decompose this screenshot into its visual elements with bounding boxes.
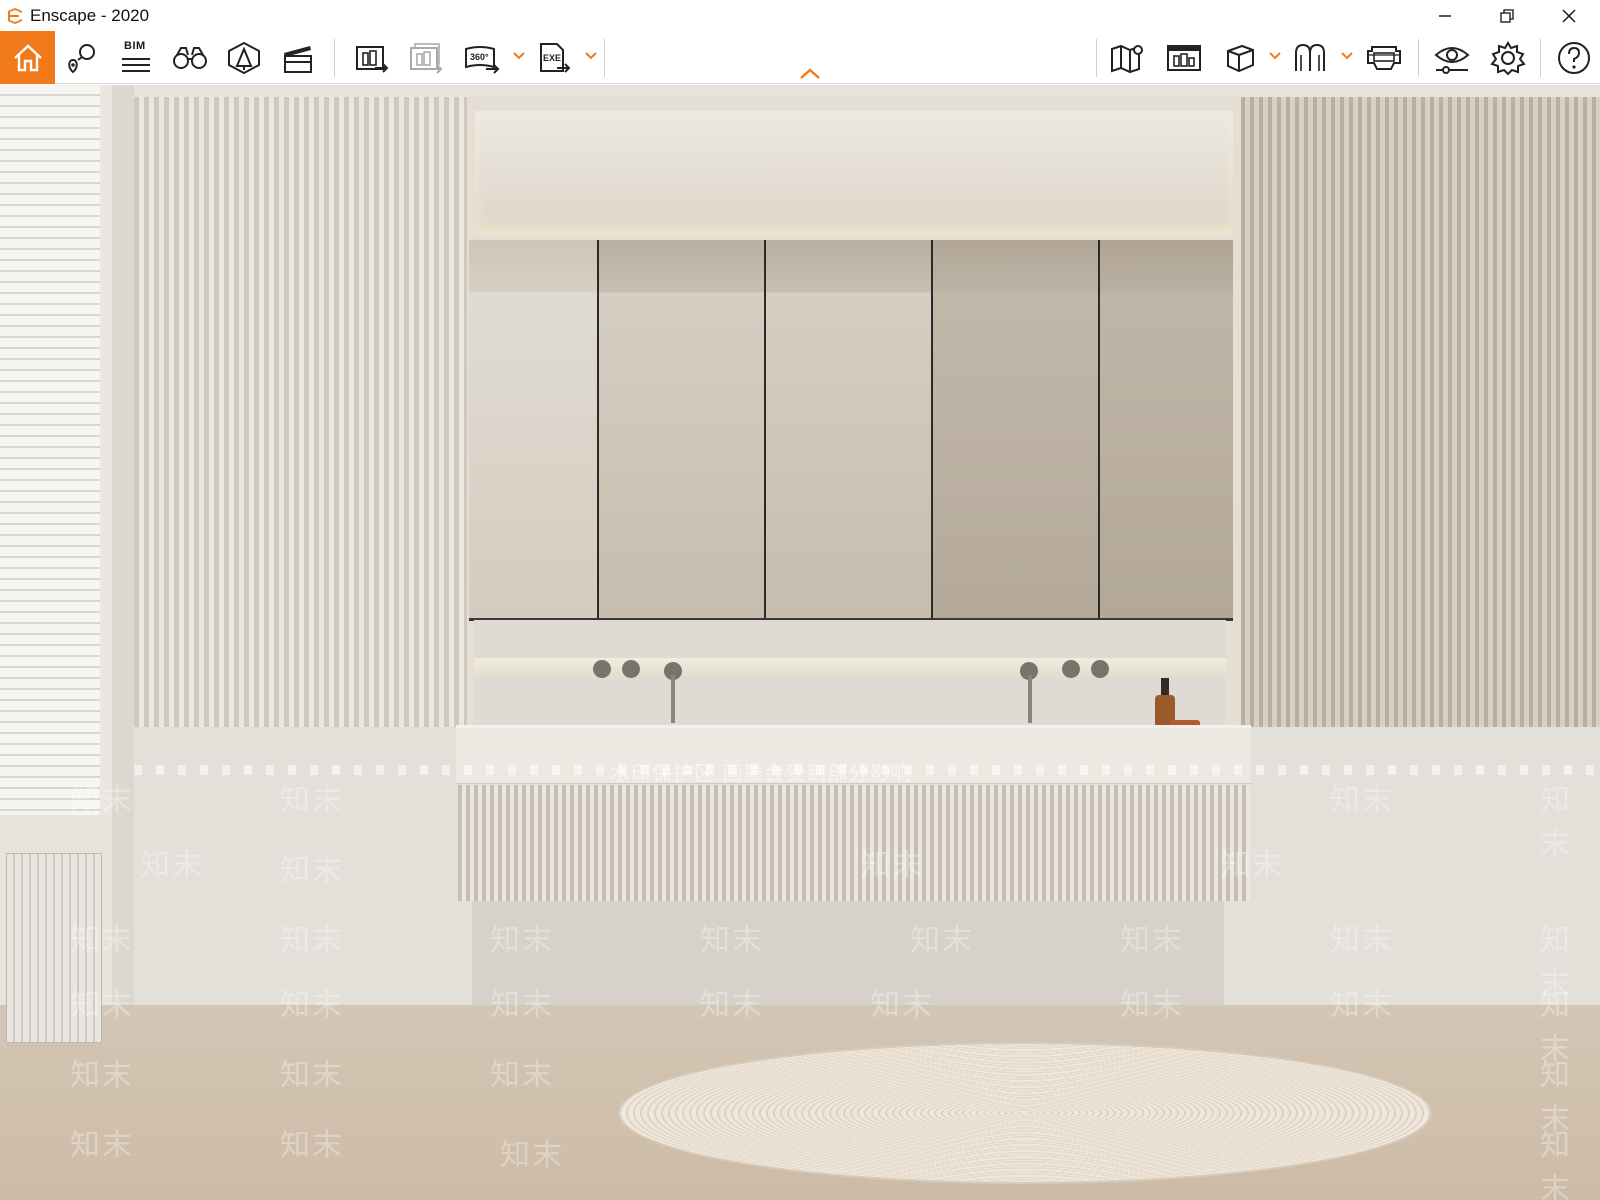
faucet-knob bbox=[1091, 660, 1109, 678]
watermark-banner: 水印保护区 画质会受到部分影响 bbox=[610, 761, 912, 785]
asset-library-icon bbox=[228, 41, 260, 74]
close-button[interactable] bbox=[1538, 0, 1600, 31]
panorama-label: 360° bbox=[470, 52, 489, 62]
collapse-toolbar-button[interactable] bbox=[798, 67, 822, 81]
home-icon bbox=[13, 43, 42, 71]
chevron-down-icon bbox=[513, 52, 525, 60]
binoculars-button[interactable] bbox=[164, 31, 216, 84]
led-strip bbox=[474, 658, 1226, 678]
soap-bottle-pump bbox=[1161, 678, 1169, 695]
minimize-button[interactable] bbox=[1414, 0, 1476, 31]
panorama-button[interactable]: 360° bbox=[456, 31, 508, 84]
vr-headset-icon bbox=[1367, 45, 1401, 70]
home-button[interactable] bbox=[0, 31, 55, 84]
minimap-icon bbox=[1167, 44, 1201, 71]
batch-render-icon bbox=[410, 42, 443, 74]
toolbar-separator bbox=[1096, 39, 1097, 77]
window-blinds bbox=[0, 85, 108, 815]
minimap-button[interactable] bbox=[1158, 31, 1210, 84]
radiator bbox=[6, 853, 102, 1043]
visual-settings-icon bbox=[1434, 46, 1470, 74]
screenshot-icon bbox=[356, 45, 389, 73]
rendered-scene-image: 水印保护区 画质会受到部分影响 知末 知末 知末 知末 知末 知末 知末 知末 … bbox=[0, 85, 1600, 1200]
chevron-down-icon bbox=[585, 52, 597, 60]
restore-icon bbox=[1500, 8, 1514, 23]
settings-icon bbox=[1490, 40, 1526, 75]
export-exe-icon: EXE bbox=[540, 42, 571, 73]
mirror-cabinet-door bbox=[933, 240, 1100, 620]
close-icon bbox=[1562, 9, 1576, 22]
fluted-wall-panel-left bbox=[134, 97, 467, 727]
video-editor-icon bbox=[284, 45, 312, 73]
under-vanity-shadow bbox=[472, 901, 1224, 1005]
chevron-up-icon bbox=[800, 68, 820, 79]
toolbar-separator bbox=[604, 39, 605, 77]
asset-library-button[interactable] bbox=[218, 31, 270, 84]
mirror-cabinet-door bbox=[766, 240, 933, 620]
faucet-knob bbox=[593, 660, 611, 678]
binoculars-icon bbox=[173, 46, 207, 69]
cube-view-icon bbox=[1227, 44, 1254, 72]
export-exe-dropdown[interactable] bbox=[584, 49, 598, 63]
niche-lighting bbox=[475, 111, 1233, 235]
restore-button[interactable] bbox=[1476, 0, 1538, 31]
materials-dropdown[interactable] bbox=[1340, 49, 1354, 63]
visual-settings-button[interactable] bbox=[1426, 31, 1478, 84]
chevron-down-icon bbox=[1269, 52, 1281, 60]
window-title: Enscape - 2020 bbox=[30, 5, 150, 25]
chevron-down-icon bbox=[1341, 52, 1353, 60]
toolbar-separator bbox=[1418, 39, 1419, 77]
mirror-cabinet-door bbox=[1100, 240, 1233, 620]
window-frame bbox=[100, 85, 112, 815]
toolbar-separator bbox=[334, 39, 335, 77]
settings-button[interactable] bbox=[1482, 31, 1534, 84]
toolbar-separator bbox=[1540, 39, 1541, 77]
materials-icon bbox=[1295, 43, 1325, 71]
exe-label: EXE bbox=[543, 53, 561, 63]
bim-label: BIM bbox=[124, 40, 146, 52]
vr-headset-button[interactable] bbox=[1358, 31, 1410, 84]
faucet-knob bbox=[622, 660, 640, 678]
views-icon bbox=[68, 43, 95, 73]
fluted-wall-panel-right bbox=[1241, 97, 1600, 727]
map-icon bbox=[1111, 44, 1143, 73]
round-woven-rug bbox=[618, 1042, 1432, 1184]
faucet-spout bbox=[1028, 675, 1032, 723]
bim-button[interactable]: BIM bbox=[110, 31, 162, 84]
panorama-dropdown[interactable] bbox=[512, 49, 526, 63]
help-icon bbox=[1558, 41, 1590, 74]
side-wall bbox=[112, 85, 134, 1005]
video-editor-button[interactable] bbox=[272, 31, 324, 84]
main-toolbar: BIM 360° EXE bbox=[0, 31, 1600, 84]
fluted-vanity-cabinet bbox=[458, 785, 1250, 901]
render-viewport[interactable]: 水印保护区 画质会受到部分影响 知末 知末 知末 知末 知末 知末 知末 知末 … bbox=[0, 85, 1600, 1200]
help-button[interactable] bbox=[1548, 31, 1600, 84]
map-button[interactable] bbox=[1102, 31, 1154, 84]
title-bar: Enscape - 2020 bbox=[0, 0, 1600, 31]
panorama-icon: 360° bbox=[465, 45, 500, 74]
cube-view-dropdown[interactable] bbox=[1268, 49, 1282, 63]
views-button[interactable] bbox=[56, 31, 108, 84]
mirror-cabinet-door bbox=[469, 240, 599, 620]
mirror-cabinet-door bbox=[599, 240, 766, 620]
enscape-logo-icon bbox=[4, 5, 26, 27]
faucet-spout bbox=[671, 675, 675, 723]
screenshot-button[interactable] bbox=[346, 31, 398, 84]
export-exe-button[interactable]: EXE bbox=[528, 31, 580, 84]
faucet-knob bbox=[1062, 660, 1080, 678]
minimize-icon bbox=[1439, 14, 1451, 17]
cube-view-button[interactable] bbox=[1214, 31, 1266, 84]
materials-button[interactable] bbox=[1284, 31, 1336, 84]
batch-render-button bbox=[400, 31, 452, 84]
